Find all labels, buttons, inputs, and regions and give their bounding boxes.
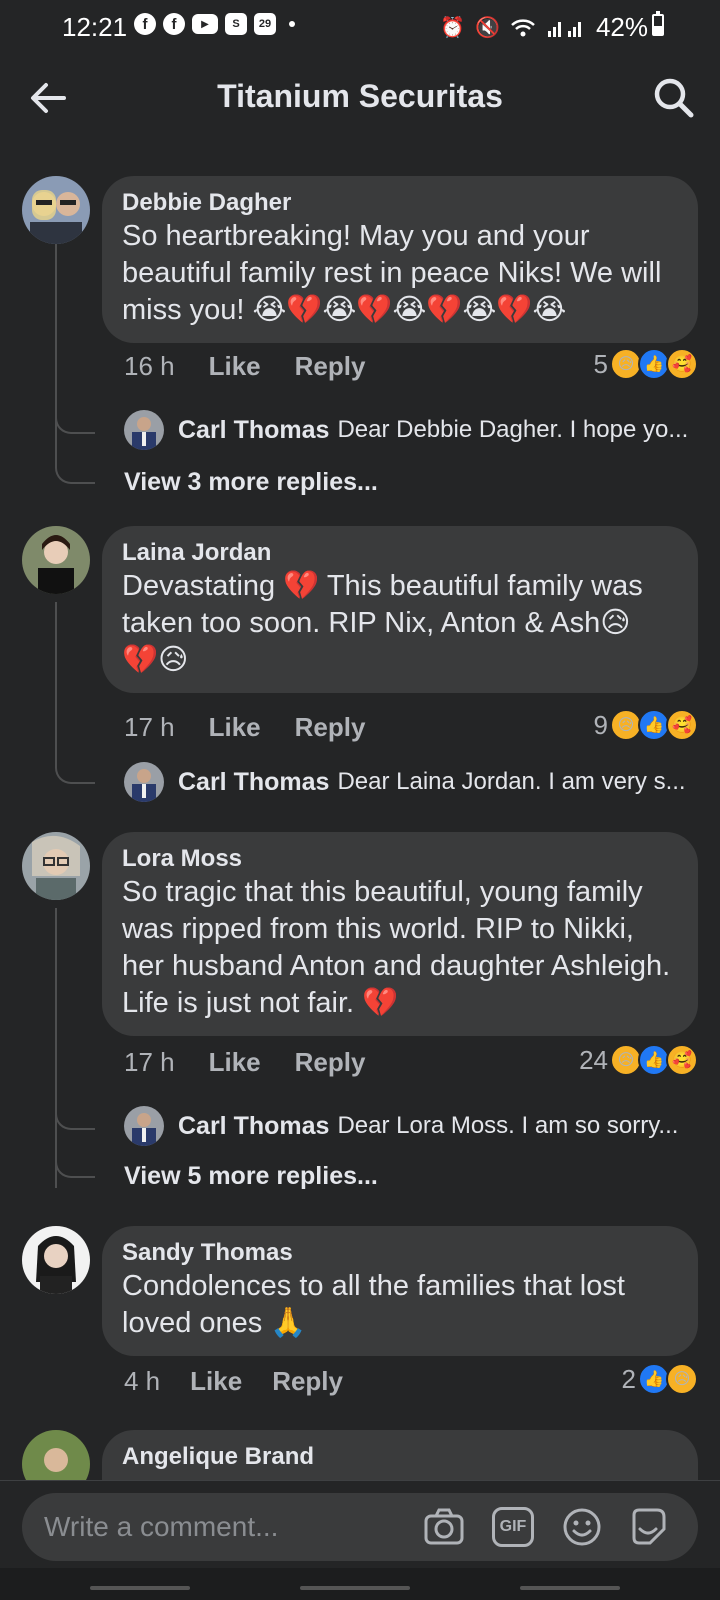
reaction-count: 2 xyxy=(621,1363,636,1394)
system-navigation-bar xyxy=(0,1568,720,1600)
wifi-icon xyxy=(511,18,535,36)
view-more-replies-link[interactable]: View 3 more replies... xyxy=(124,468,378,497)
care-reaction-icon: 🥰 xyxy=(666,1044,698,1076)
battery-icon xyxy=(652,11,664,36)
reply-preview[interactable]: Carl Thomas Dear Lora Moss. I am so sorr… xyxy=(124,1106,698,1146)
comment-input[interactable]: Write a comment... GIF xyxy=(22,1493,698,1561)
more-notifications-dot xyxy=(289,21,295,27)
comment-text: So heartbreaking! May you and your beaut… xyxy=(122,220,662,326)
reply-author[interactable]: Carl Thomas xyxy=(178,768,329,797)
reply-connector xyxy=(55,1090,95,1130)
reply-button[interactable]: Reply xyxy=(295,351,366,382)
system-icons: ⏰ 🔇 42% xyxy=(440,12,648,43)
nav-recents-indicator[interactable] xyxy=(90,1586,190,1590)
comment-author[interactable]: Angelique Brand xyxy=(122,1442,678,1472)
comment-bubble[interactable]: Angelique Brand xyxy=(102,1430,698,1480)
like-button[interactable]: Like xyxy=(190,1366,242,1397)
like-button[interactable]: Like xyxy=(209,712,261,743)
comments-list[interactable]: Debbie Dagher So heartbreaking! May you … xyxy=(0,158,720,1480)
like-button[interactable]: Like xyxy=(209,1047,261,1078)
reaction-count: 24 xyxy=(579,1044,608,1075)
comment-bubble[interactable]: Sandy Thomas Condolences to all the fami… xyxy=(102,1226,698,1356)
reply-connector xyxy=(55,398,95,434)
facebook-icon: f xyxy=(163,13,185,35)
comment-composer-bar: Write a comment... GIF xyxy=(0,1480,720,1569)
youtube-icon: ▶ xyxy=(192,14,218,34)
battery-percent: 42% xyxy=(595,12,648,42)
reply-button[interactable]: Reply xyxy=(295,1047,366,1078)
reaction-summary[interactable]: 5 😥 👍 🥰 xyxy=(594,348,698,380)
sticker-icon[interactable] xyxy=(626,1505,670,1549)
view-more-replies-link[interactable]: View 5 more replies... xyxy=(124,1162,378,1191)
reply-connector xyxy=(55,1132,95,1178)
comment-text: Devastating 💔 This beautiful family was … xyxy=(122,570,643,676)
nav-home-indicator[interactable] xyxy=(300,1586,410,1590)
facebook-icon: f xyxy=(134,13,156,35)
calendar-icon: 29 xyxy=(254,13,276,35)
comment-actions: 16 h Like Reply xyxy=(124,351,365,382)
reply-text: Dear Debbie Dagher. I hope yo... xyxy=(337,416,689,443)
comment-time[interactable]: 16 h xyxy=(124,351,175,382)
alarm-icon: ⏰ xyxy=(440,17,466,39)
avatar[interactable] xyxy=(22,1226,90,1294)
comment-author[interactable]: Debbie Dagher xyxy=(122,188,678,218)
comment-time[interactable]: 4 h xyxy=(124,1366,160,1397)
reaction-summary[interactable]: 2 👍 😥 xyxy=(622,1363,698,1395)
comment-author[interactable]: Laina Jordan xyxy=(122,538,678,568)
sad-reaction-icon: 😥 xyxy=(666,1363,698,1395)
comment-actions: 17 h Like Reply xyxy=(124,1047,365,1078)
comment-bubble[interactable]: Debbie Dagher So heartbreaking! May you … xyxy=(102,176,698,343)
mute-icon: 🔇 xyxy=(475,17,500,39)
comment-time[interactable]: 17 h xyxy=(124,712,175,743)
comment-actions: 17 h Like Reply xyxy=(124,712,365,743)
avatar[interactable] xyxy=(22,176,90,244)
comment-text: So tragic that this beautiful, young fam… xyxy=(122,876,671,1019)
reaction-summary[interactable]: 9 😥 👍 🥰 xyxy=(594,709,698,741)
like-button[interactable]: Like xyxy=(209,351,261,382)
emoji-icon[interactable] xyxy=(560,1505,604,1549)
avatar[interactable] xyxy=(124,410,164,450)
thread-line xyxy=(55,242,57,462)
comment-bubble[interactable]: Lora Moss So tragic that this beautiful,… xyxy=(102,832,698,1036)
avatar[interactable] xyxy=(124,1106,164,1146)
reply-author[interactable]: Carl Thomas xyxy=(178,416,329,445)
comment-actions: 4 h Like Reply xyxy=(124,1366,343,1397)
reaction-count: 9 xyxy=(593,709,608,740)
status-bar: 12:21 f f ▶ S 29 ⏰ 🔇 42% xyxy=(0,0,720,52)
reaction-count: 5 xyxy=(593,348,608,379)
comment-input-placeholder: Write a comment... xyxy=(44,1511,279,1542)
reply-preview[interactable]: Carl Thomas Dear Laina Jordan. I am very… xyxy=(124,762,698,802)
comment-text: Condolences to all the families that los… xyxy=(122,1270,625,1339)
signal-icon xyxy=(547,21,581,37)
page-title: Titanium Securitas xyxy=(217,78,503,114)
gif-icon[interactable]: GIF xyxy=(492,1507,534,1547)
reply-author[interactable]: Carl Thomas xyxy=(178,1112,329,1141)
care-reaction-icon: 🥰 xyxy=(666,348,698,380)
thread-line xyxy=(55,602,57,762)
comment-author[interactable]: Sandy Thomas xyxy=(122,1238,678,1268)
search-icon[interactable] xyxy=(650,74,698,122)
camera-icon[interactable] xyxy=(422,1505,466,1549)
avatar[interactable] xyxy=(22,1430,90,1480)
reply-button[interactable]: Reply xyxy=(295,712,366,743)
reply-text: Dear Lora Moss. I am so sorry... xyxy=(337,1112,679,1139)
reply-connector xyxy=(55,438,95,484)
reply-text: Dear Laina Jordan. I am very s... xyxy=(337,768,686,795)
comment-time[interactable]: 17 h xyxy=(124,1047,175,1078)
reply-connector xyxy=(55,746,95,784)
reply-preview[interactable]: Carl Thomas Dear Debbie Dagher. I hope y… xyxy=(124,410,698,450)
notification-icons: f f ▶ S 29 xyxy=(134,13,295,35)
avatar[interactable] xyxy=(124,762,164,802)
status-time: 12:21 xyxy=(62,12,128,42)
top-header: Titanium Securitas xyxy=(0,56,720,140)
comment-bubble[interactable]: Laina Jordan Devastating 💔 This beautifu… xyxy=(102,526,698,693)
avatar[interactable] xyxy=(22,526,90,594)
s-app-icon: S xyxy=(225,13,247,35)
care-reaction-icon: 🥰 xyxy=(666,709,698,741)
comment-author[interactable]: Lora Moss xyxy=(122,844,678,874)
nav-back-indicator[interactable] xyxy=(520,1586,620,1590)
avatar[interactable] xyxy=(22,832,90,900)
reaction-summary[interactable]: 24 😥 👍 🥰 xyxy=(579,1044,698,1076)
reply-button[interactable]: Reply xyxy=(272,1366,343,1397)
